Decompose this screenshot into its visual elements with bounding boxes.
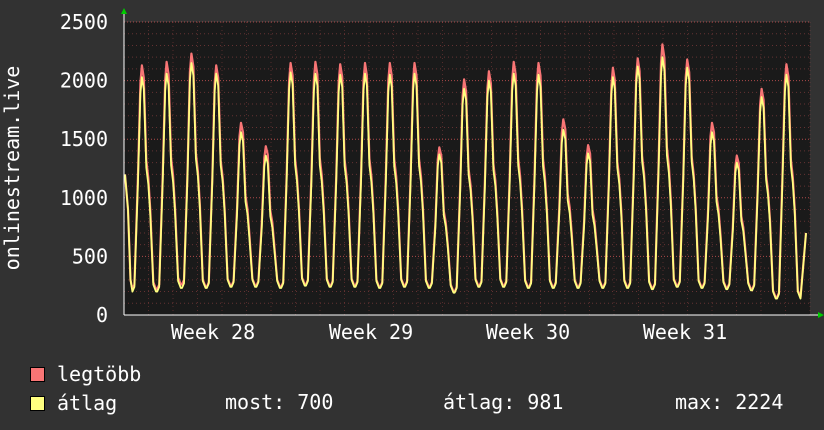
- y-tick-label: 1000: [60, 186, 108, 210]
- legend-max-label: legtöbb: [57, 362, 142, 386]
- legend-avg: átlag: [30, 391, 117, 415]
- stat-current: most: 700: [225, 390, 334, 414]
- y-ticks: 0 500 1000 1500 2000 2500: [60, 10, 108, 327]
- y-tick-label: 2000: [60, 69, 108, 93]
- y-axis-arrow: [121, 8, 127, 14]
- stat-max: max: 2224: [675, 390, 784, 414]
- y-tick-label: 0: [96, 303, 108, 327]
- x-ticks: Week 28 Week 29 Week 30 Week 31: [171, 320, 727, 344]
- x-tick-label: Week 30: [486, 320, 570, 344]
- legend-max-swatch: [30, 366, 45, 382]
- x-tick-label: Week 28: [171, 320, 255, 344]
- stat-average: átlag: 981: [443, 390, 564, 414]
- x-tick-label: Week 31: [643, 320, 727, 344]
- y-tick-label: 500: [72, 244, 108, 268]
- legend-avg-swatch: [30, 395, 45, 411]
- legend-max: legtöbb: [30, 362, 141, 386]
- x-tick-label: Week 29: [329, 320, 413, 344]
- x-axis-arrow: [818, 312, 824, 318]
- y-tick-label: 1500: [60, 127, 108, 151]
- y-axis-label: onlinestream.live: [0, 66, 24, 271]
- legend-avg-label: átlag: [57, 391, 118, 415]
- y-tick-label: 2500: [60, 10, 108, 34]
